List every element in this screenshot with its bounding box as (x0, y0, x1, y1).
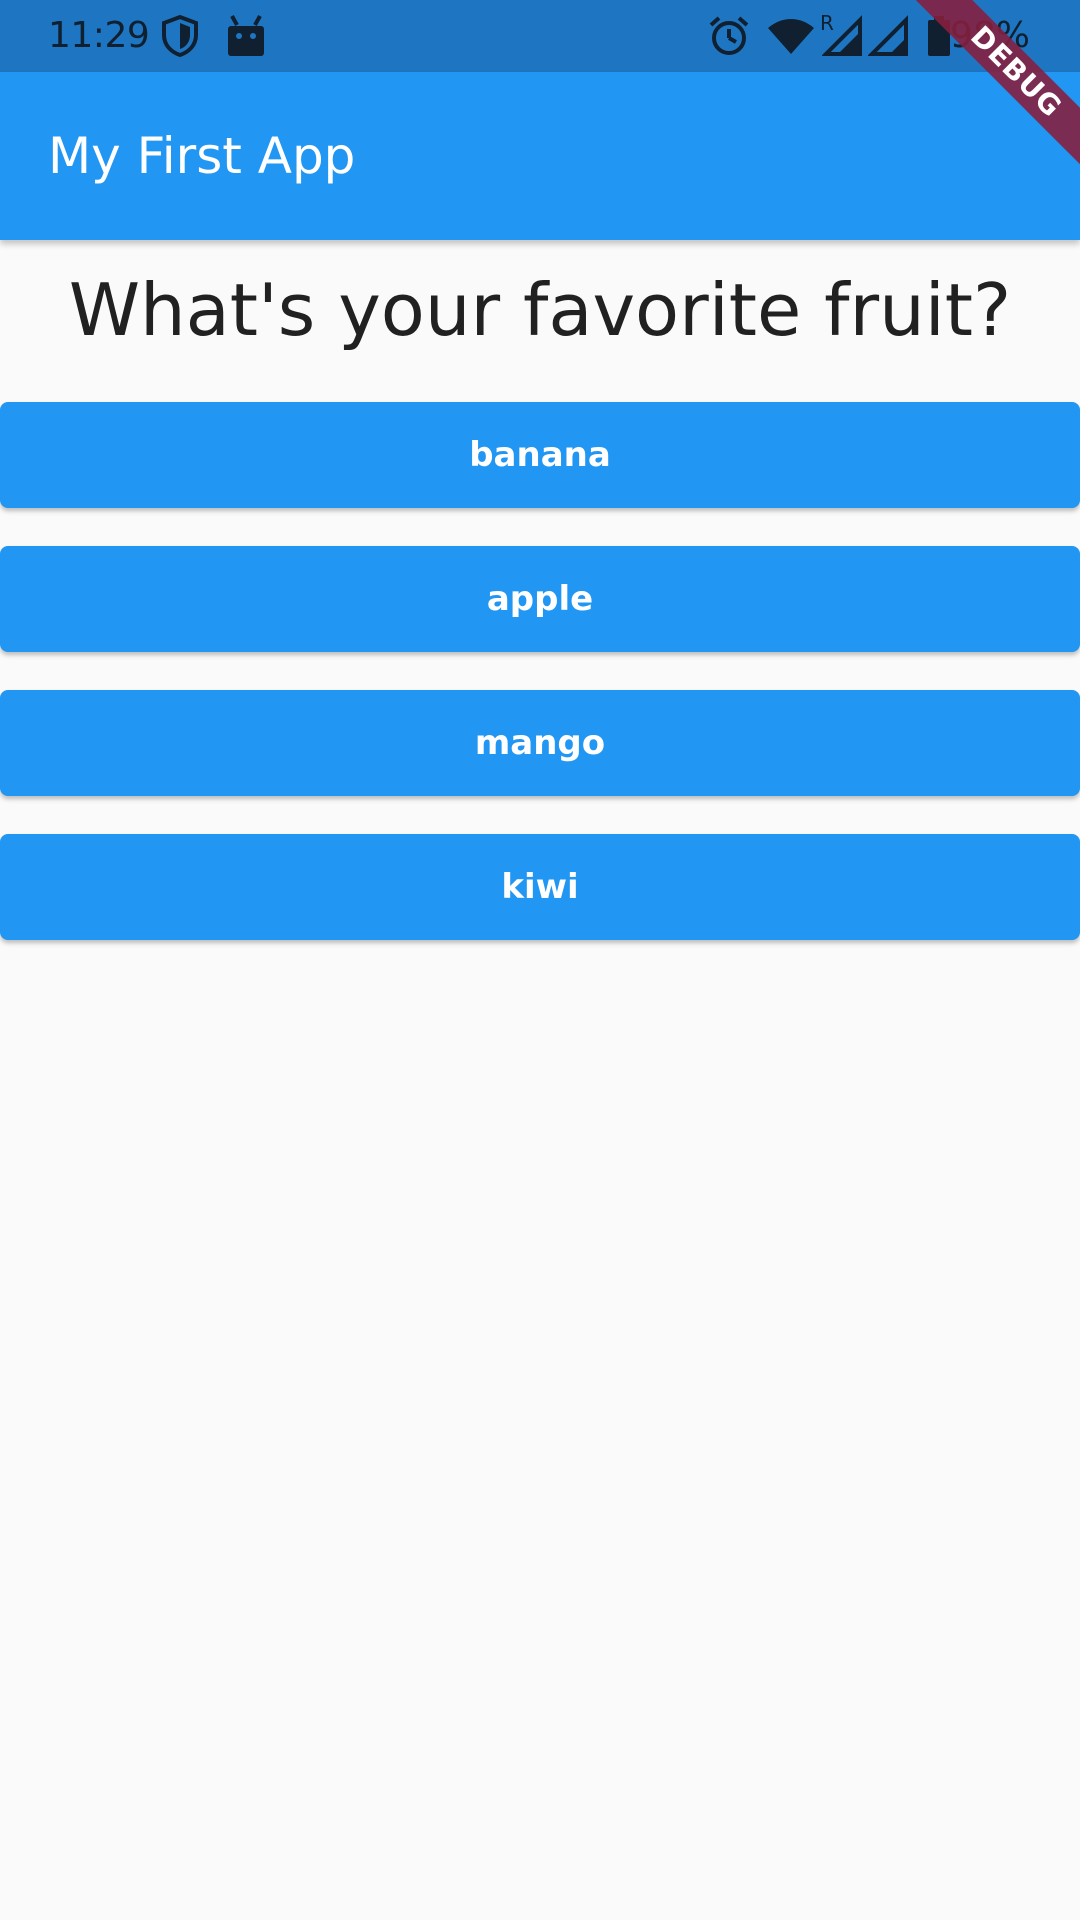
answer-button-apple[interactable]: apple (0, 546, 1080, 652)
signal-icon (822, 14, 862, 58)
app-title: My First App (48, 127, 356, 185)
status-time: 11:29 (48, 15, 150, 56)
android-debug-icon (224, 14, 268, 58)
shield-icon (160, 14, 200, 58)
signal-secondary-icon (868, 14, 908, 58)
answer-button-mango[interactable]: mango (0, 690, 1080, 796)
wifi-icon (766, 14, 816, 58)
answer-button-kiwi[interactable]: kiwi (0, 834, 1080, 940)
app-bar: My First App (0, 72, 1080, 240)
alarm-icon (708, 14, 750, 58)
app-screen: 11:29 R My First App DEBUG What's your f… (0, 0, 1080, 1920)
answer-list: banana apple mango kiwi (0, 402, 1080, 978)
answer-button-banana[interactable]: banana (0, 402, 1080, 508)
question-text: What's your favorite fruit? (68, 268, 1012, 352)
status-bar: 11:29 R (0, 0, 1080, 72)
